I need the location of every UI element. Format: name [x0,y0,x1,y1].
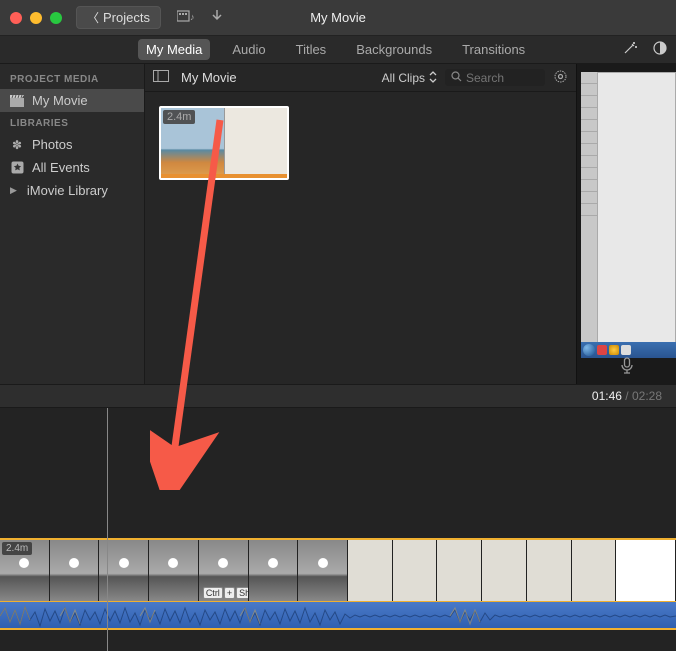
playhead[interactable] [107,408,108,651]
filter-label: All Clips [382,71,425,85]
window-controls [10,12,62,24]
category-tabbar: My Media Audio Titles Backgrounds Transi… [0,36,676,64]
minimize-window-button[interactable] [30,12,42,24]
sidebar-header-libraries: LIBRARIES [0,112,144,133]
tab-titles[interactable]: Titles [288,39,335,60]
sidebar-item-label: iMovie Library [27,183,108,198]
clip-used-indicator [161,174,287,178]
tabs-container: My Media Audio Titles Backgrounds Transi… [138,39,533,60]
preview-content[interactable] [581,72,676,346]
star-icon [10,161,24,174]
tab-my-media[interactable]: My Media [138,39,210,60]
tracks-container: 2.4m Ctrl+Shift+S [0,538,676,630]
browser-toolbar: My Movie All Clips [145,64,576,92]
video-track[interactable]: 2.4m Ctrl+Shift+S [0,538,676,602]
svg-text:♪: ♪ [190,12,195,22]
close-window-button[interactable] [10,12,22,24]
audio-waveform [0,602,676,630]
preview-viewer: File Edit Image Layer Select Fil [576,64,676,384]
keyboard-shortcut-overlay: Ctrl+Shift+S [203,587,249,599]
sidebar-item-my-movie[interactable]: My Movie [0,89,144,112]
titlebar: 〈 Projects ♪ My Movie [0,0,676,36]
media-import-icon[interactable]: ♪ [177,9,195,26]
timeline[interactable]: 2.4m Ctrl+Shift+S [0,408,676,651]
sidebar-item-label: All Events [32,160,90,175]
thumb-frame-right [224,108,287,178]
preview-taskbar [581,342,676,358]
main-area: PROJECT MEDIA My Movie LIBRARIES ✽ Photo… [0,64,676,384]
search-field[interactable] [445,69,545,86]
flower-icon: ✽ [10,138,24,152]
preview-canvas [597,72,676,346]
tab-backgrounds[interactable]: Backgrounds [348,39,440,60]
voiceover-mic-icon[interactable] [620,357,634,380]
total-time: 02:28 [632,389,662,403]
clapperboard-icon [10,95,24,107]
clip-duration-badge: 2.4m [163,110,195,124]
media-browser: My Movie All Clips 2.4m [145,64,576,384]
clip-duration-badge: 2.4m [2,542,32,555]
current-time: 01:46 [592,389,622,403]
sidebar-header-project: PROJECT MEDIA [0,68,144,89]
tab-audio[interactable]: Audio [224,39,273,60]
sidebar-toggle-icon[interactable] [153,70,169,85]
time-display: 01:46 / 02:28 [592,389,662,403]
sidebar-item-imovie-library[interactable]: ▶ iMovie Library [0,179,144,202]
projects-back-button[interactable]: 〈 Projects [76,6,161,29]
settings-gear-icon[interactable] [553,69,568,87]
search-input[interactable] [466,71,536,85]
preview-tools [622,40,668,59]
updown-icon [429,71,437,85]
sidebar-item-photos[interactable]: ✽ Photos [0,133,144,156]
sidebar-item-label: Photos [32,137,72,152]
window-title: My Movie [310,10,366,25]
tab-transitions[interactable]: Transitions [454,39,533,60]
maximize-window-button[interactable] [50,12,62,24]
browser-title: My Movie [181,70,237,85]
start-orb-icon [583,344,595,356]
sidebar-item-label: My Movie [32,93,88,108]
back-label: Projects [103,10,150,25]
disclosure-triangle-icon[interactable]: ▶ [10,185,17,196]
preview-toolbox [581,72,597,346]
download-icon[interactable] [211,9,223,26]
enhance-wand-icon[interactable] [622,40,638,59]
audio-track[interactable] [0,602,676,630]
timeline-header: 01:46 / 02:28 [0,384,676,408]
color-balance-icon[interactable] [652,40,668,59]
media-clip-thumbnail[interactable]: 2.4m [159,106,289,180]
clips-area[interactable]: 2.4m [145,92,576,384]
time-separator: / [625,389,632,403]
search-icon [451,70,462,85]
sidebar: PROJECT MEDIA My Movie LIBRARIES ✽ Photo… [0,64,145,384]
clips-filter-dropdown[interactable]: All Clips [382,71,437,85]
sidebar-item-all-events[interactable]: All Events [0,156,144,179]
chevron-left-icon: 〈 [87,9,99,26]
